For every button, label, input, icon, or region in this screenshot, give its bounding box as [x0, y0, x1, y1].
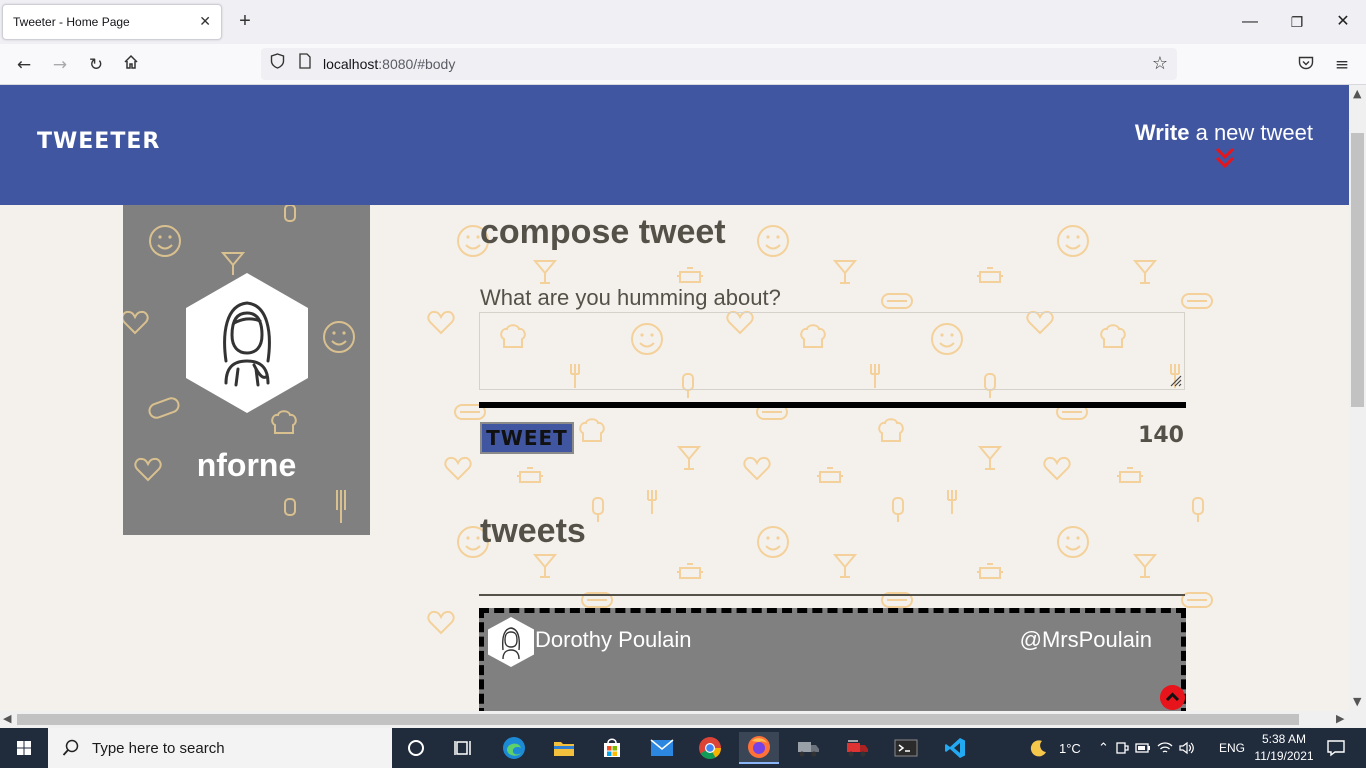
- mail-icon[interactable]: [642, 732, 682, 764]
- firefox-icon[interactable]: [739, 732, 779, 764]
- url-path: :8080/#body: [378, 56, 456, 72]
- restore-button[interactable]: ❐: [1283, 8, 1311, 36]
- tab-title: Tweeter - Home Page: [13, 15, 130, 29]
- character-counter: 140: [1138, 423, 1184, 448]
- browser-tab[interactable]: Tweeter - Home Page ✕: [2, 4, 222, 40]
- shield-icon[interactable]: [265, 52, 289, 76]
- language-indicator[interactable]: ENG: [1219, 728, 1245, 768]
- scroll-right-arrow-icon[interactable]: ▶: [1336, 712, 1344, 725]
- chevron-up-icon[interactable]: ⌃: [1098, 740, 1109, 756]
- scroll-up-arrow-icon[interactable]: ▲: [1353, 87, 1361, 100]
- profile-handle: nforne: [196, 447, 297, 483]
- menu-icon[interactable]: ≡: [1329, 52, 1355, 78]
- compose-heading: compose tweet: [480, 213, 726, 251]
- tweet-card: Dorothy Poulain @MrsPoulain: [479, 608, 1186, 711]
- tweet-textarea[interactable]: [479, 312, 1185, 390]
- vertical-scrollbar[interactable]: ▲ ▼: [1349, 85, 1366, 711]
- clock-time: 5:38 AM: [1261, 732, 1307, 746]
- user-avatar[interactable]: [186, 273, 308, 413]
- terminal-icon[interactable]: [886, 732, 926, 764]
- reload-icon[interactable]: ↻: [83, 52, 109, 78]
- task-view-icon[interactable]: [444, 732, 484, 764]
- system-tray-icons: ⌃: [1098, 728, 1195, 768]
- scroll-down-arrow-icon[interactable]: ▼: [1353, 695, 1361, 708]
- clock-date: 11/19/2021: [1254, 749, 1314, 763]
- windows-taskbar: Type here to search 1°C ⌃ ENG 5:38 AM 11…: [0, 728, 1366, 768]
- taskbar-search-box[interactable]: Type here to search: [48, 728, 392, 768]
- search-placeholder: Type here to search: [92, 739, 225, 757]
- tweet-button[interactable]: TWEET: [480, 422, 574, 454]
- home-icon[interactable]: [118, 52, 144, 78]
- moon-icon: [1030, 740, 1046, 757]
- compose-divider: [479, 402, 1186, 408]
- new-tab-button[interactable]: +: [234, 10, 256, 32]
- system-clock[interactable]: 5:38 AM 11/19/2021: [1248, 731, 1320, 765]
- scroll-left-arrow-icon[interactable]: ◀: [3, 712, 11, 725]
- browser-toolbar: ← → ↻ localhost:8080/#body ☆ ≡: [0, 44, 1366, 85]
- tweet-author-handle: @MrsPoulain: [1019, 627, 1152, 652]
- device-icon[interactable]: [1115, 741, 1129, 755]
- file-explorer-icon[interactable]: [544, 732, 584, 764]
- address-bar[interactable]: localhost:8080/#body ☆: [261, 48, 1177, 80]
- weather-widget[interactable]: 1°C: [1030, 728, 1081, 768]
- edge-icon[interactable]: [494, 732, 534, 764]
- url-host: localhost: [323, 56, 379, 72]
- store-icon[interactable]: [592, 732, 632, 764]
- horizontal-scrollbar[interactable]: ◀ ▶: [0, 711, 1366, 728]
- page-viewport: TWEETER Write a new tweet nforne compose…: [0, 85, 1349, 711]
- tweets-heading: tweets: [480, 512, 586, 550]
- pocket-icon[interactable]: [1293, 52, 1319, 78]
- notification-icon[interactable]: [1316, 732, 1356, 764]
- chrome-icon[interactable]: [690, 732, 730, 764]
- tweet-prompt-label: What are you humming about?: [480, 285, 781, 310]
- minimize-button[interactable]: —: [1236, 8, 1264, 36]
- forward-arrow-icon[interactable]: →: [47, 52, 73, 78]
- scroll-to-top-button[interactable]: [1160, 685, 1185, 710]
- write-rest: a new tweet: [1189, 120, 1313, 145]
- tweet-author-name: Dorothy Poulain: [535, 627, 692, 652]
- search-icon: [62, 739, 79, 756]
- site-header: TWEETER Write a new tweet: [0, 85, 1349, 205]
- brand-logo[interactable]: TWEETER: [37, 129, 160, 154]
- resize-handle-icon[interactable]: [1170, 375, 1182, 387]
- page-info-icon[interactable]: [293, 52, 317, 76]
- battery-icon[interactable]: [1135, 741, 1151, 755]
- tab-close-icon[interactable]: ✕: [199, 14, 211, 30]
- truck-app-icon[interactable]: [788, 732, 828, 764]
- weather-temp: 1°C: [1059, 740, 1081, 756]
- fire-truck-app-icon[interactable]: [837, 732, 877, 764]
- user-profile-card: nforne: [123, 205, 370, 535]
- write-new-tweet-link[interactable]: Write a new tweet: [1135, 120, 1313, 146]
- cortana-icon[interactable]: [396, 732, 436, 764]
- double-chevron-down-icon[interactable]: [1214, 147, 1236, 169]
- browser-tab-bar: Tweeter - Home Page ✕ + — ❐ ✕: [0, 0, 1366, 44]
- volume-icon[interactable]: [1179, 741, 1195, 755]
- bookmark-star-icon[interactable]: ☆: [1148, 52, 1172, 76]
- vertical-scroll-thumb[interactable]: [1351, 133, 1364, 407]
- horizontal-scroll-thumb[interactable]: [17, 714, 1299, 725]
- close-window-button[interactable]: ✕: [1329, 8, 1357, 36]
- wifi-icon[interactable]: [1157, 741, 1173, 755]
- vscode-icon[interactable]: [935, 732, 975, 764]
- tweet-avatar[interactable]: [488, 617, 534, 667]
- write-bold: Write: [1134, 120, 1190, 145]
- windows-start-icon[interactable]: [0, 728, 48, 768]
- url-text: localhost:8080/#body: [323, 56, 455, 72]
- tweets-divider: [479, 594, 1185, 596]
- back-arrow-icon[interactable]: ←: [11, 52, 37, 78]
